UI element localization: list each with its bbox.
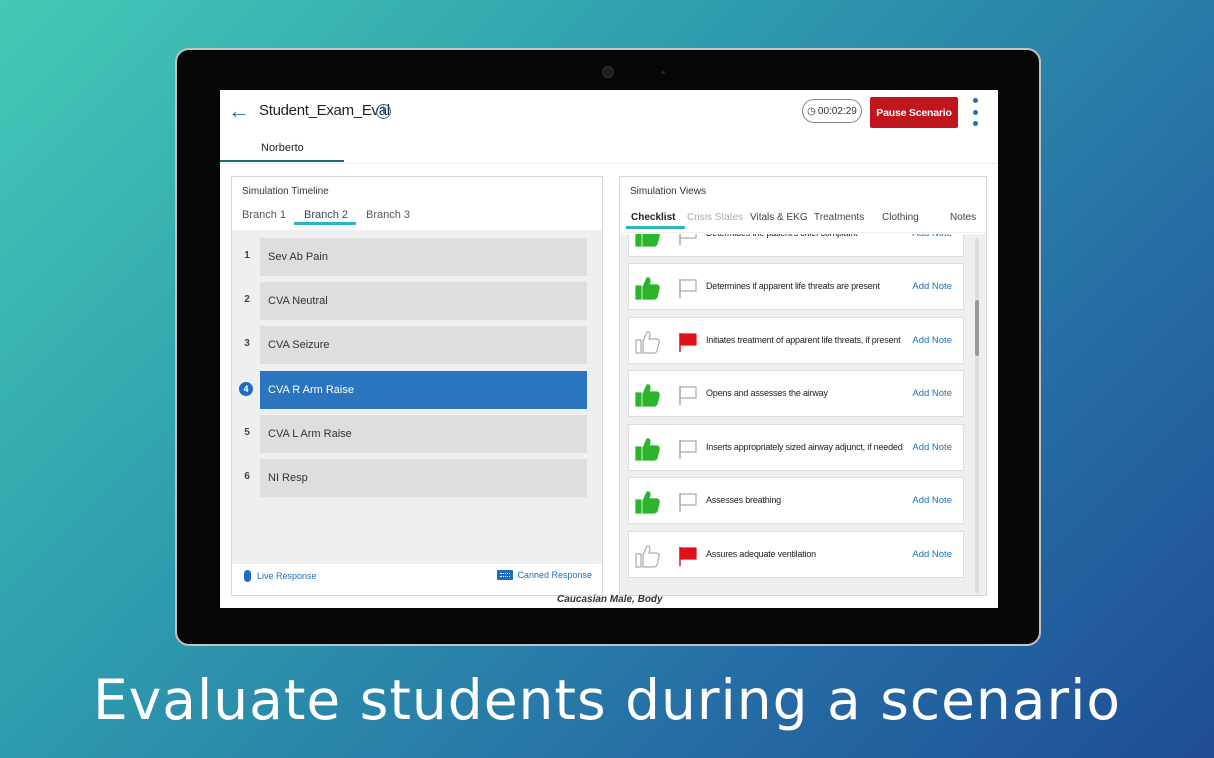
back-arrow-icon[interactable]: ← [228, 98, 250, 124]
checklist-item-text: Determibes the patient's chief complaint [706, 234, 858, 238]
checklist-item-text: Assesses breathing [706, 495, 781, 505]
tab-branch-2[interactable]: Branch 2 [294, 209, 356, 225]
keyboard-icon [497, 570, 514, 580]
timeline-label[interactable]: Sev Ab Pain [260, 238, 587, 276]
add-note-button[interactable]: Add Note [912, 335, 952, 346]
clock-icon: ◷ [807, 105, 816, 117]
add-note-button[interactable]: Add Note [912, 281, 952, 292]
checklist-item: Assesses breathing Add Note [628, 477, 964, 524]
timeline-number-active: 4 [239, 382, 253, 396]
checklist-item: Initiates treatment of apparent life thr… [628, 317, 964, 364]
flag-icon[interactable] [677, 438, 699, 460]
response-bar: Live Response Canned Response [232, 568, 602, 590]
flag-icon[interactable] [677, 234, 699, 246]
branch-tabs: Branch 1 Branch 2 Branch 3 [232, 209, 602, 229]
canned-response-label: Canned Response [517, 570, 592, 580]
checklist-item-text: Opens and assesses the airway [706, 388, 828, 398]
simulation-views-panel: Simulation Views Checklist Crisis States… [619, 176, 987, 596]
tab-crisis-states[interactable]: Crisis States [687, 212, 743, 223]
info-icon[interactable]: i [376, 104, 391, 119]
thumbs-up-icon[interactable] [635, 329, 661, 355]
tab-student[interactable]: Norberto [220, 138, 344, 162]
checklist-item: Determibes the patient's chief complaint… [628, 234, 964, 257]
tagline: Evaluate students during a scenario [92, 668, 1122, 732]
timer-value: 00:02:29 [817, 105, 857, 117]
tab-branch-1[interactable]: Branch 1 [242, 209, 286, 221]
pause-scenario-button[interactable]: Pause Scenario [870, 97, 958, 128]
timeline-label[interactable]: NI Resp [260, 459, 587, 497]
flag-icon[interactable] [677, 491, 699, 513]
flag-icon[interactable] [677, 384, 699, 406]
thumbs-up-icon[interactable] [635, 489, 661, 515]
thumbs-up-icon[interactable] [635, 382, 661, 408]
timeline-label[interactable]: CVA L Arm Raise [260, 415, 587, 453]
timeline-number: 6 [244, 471, 250, 482]
thumbs-up-icon[interactable] [635, 275, 661, 301]
timeline-number: 5 [244, 427, 250, 438]
tab-vitals-ekg[interactable]: Vitals & EKG [750, 212, 808, 223]
camera-lens [602, 66, 614, 78]
checklist-item: Determines if apparent life threats are … [628, 263, 964, 310]
add-note-button[interactable]: Add Note [912, 388, 952, 399]
scrollbar[interactable] [975, 238, 979, 593]
top-bar: ← Student_Exam_Eval i ◷ 00:02:29 Pause S… [220, 90, 998, 134]
light-sensor [662, 71, 665, 74]
scrollbar-thumb[interactable] [975, 300, 979, 356]
app-screen: ← Student_Exam_Eval i ◷ 00:02:29 Pause S… [220, 90, 998, 608]
add-note-button[interactable]: Add Note [912, 442, 952, 453]
timeline-item[interactable]: 2 CVA Neutral [232, 282, 602, 320]
checklist-item: Assures adequate ventilation Add Note [628, 531, 964, 578]
panel-title: Simulation Timeline [242, 186, 329, 197]
microphone-icon [244, 570, 251, 582]
add-note-button[interactable]: Add Note [912, 549, 952, 560]
checklist-item: Opens and assesses the airway Add Note [628, 370, 964, 417]
timeline-number: 2 [244, 294, 250, 305]
flag-icon[interactable] [677, 277, 699, 299]
view-tabs: Checklist Crisis States Vitals & EKG Tre… [620, 211, 986, 233]
flag-icon[interactable] [677, 331, 699, 353]
body-caption: Caucasian Male, Body [557, 594, 663, 605]
panel-title: Simulation Views [630, 186, 706, 197]
add-note-button[interactable]: Add Note [912, 495, 952, 506]
checklist-item: Inserts appropriately sized airway adjun… [628, 424, 964, 471]
timer-badge: ◷ 00:02:29 [802, 99, 862, 123]
checklist-item-text: Initiates treatment of apparent life thr… [706, 335, 901, 345]
tab-clothing[interactable]: Clothing [882, 212, 919, 223]
tab-checklist[interactable]: Checklist [626, 212, 686, 229]
checklist-item-text: Determines if apparent life threats are … [706, 281, 880, 291]
tab-treatments[interactable]: Treatments [814, 212, 864, 223]
timeline-item[interactable]: 3 CVA Seizure [232, 326, 602, 364]
more-options-icon[interactable] [970, 98, 980, 126]
flag-icon[interactable] [677, 545, 699, 567]
checklist-item-text: Assures adequate ventilation [706, 549, 816, 559]
divider [220, 163, 998, 164]
live-response-button[interactable]: Live Response [244, 570, 317, 582]
timeline-label[interactable]: CVA Seizure [260, 326, 587, 364]
tab-branch-3[interactable]: Branch 3 [366, 209, 410, 221]
timeline-item-active[interactable]: 4 CVA R Arm Raise [232, 371, 602, 409]
add-note-button[interactable]: Add Note [912, 234, 952, 239]
canned-response-button[interactable]: Canned Response [497, 570, 592, 580]
checklist: Determibes the patient's chief complaint… [620, 234, 986, 595]
timeline-label[interactable]: CVA Neutral [260, 282, 587, 320]
simulation-timeline-panel: Simulation Timeline Branch 1 Branch 2 Br… [231, 176, 603, 596]
timeline-item[interactable]: 1 Sev Ab Pain [232, 238, 602, 276]
thumbs-up-icon[interactable] [635, 436, 661, 462]
tab-notes[interactable]: Notes [950, 212, 976, 223]
page-title: Student_Exam_Eval [259, 102, 390, 119]
tablet-frame: ← Student_Exam_Eval i ◷ 00:02:29 Pause S… [175, 48, 1041, 646]
timeline-item[interactable]: 5 CVA L Arm Raise [232, 415, 602, 453]
checklist-item-text: Inserts appropriately sized airway adjun… [706, 442, 903, 452]
timeline-list: 1 Sev Ab Pain 2 CVA Neutral 3 CVA Seizur… [232, 230, 602, 564]
live-response-label: Live Response [257, 571, 317, 581]
timeline-number: 3 [244, 338, 250, 349]
thumbs-up-icon[interactable] [635, 543, 661, 569]
thumbs-up-icon[interactable] [635, 234, 661, 248]
timeline-item[interactable]: 6 NI Resp [232, 459, 602, 497]
timeline-number: 1 [244, 250, 250, 261]
timeline-label[interactable]: CVA R Arm Raise [260, 371, 587, 409]
